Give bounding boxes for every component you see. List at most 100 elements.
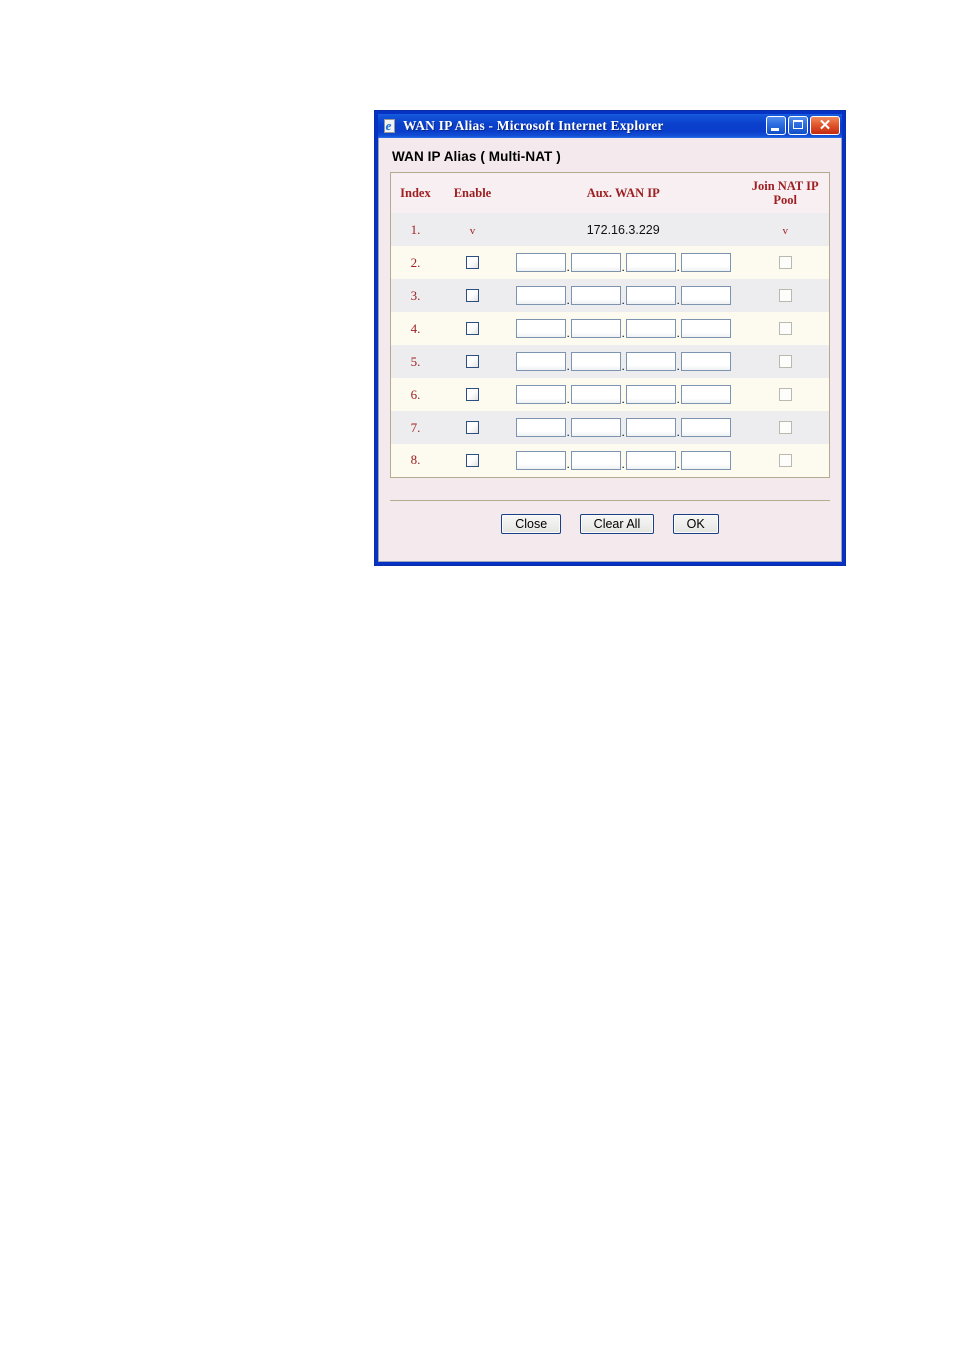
octet-separator: .: [676, 457, 680, 472]
ip-octet-input-1[interactable]: [515, 253, 566, 272]
octet-separator: .: [566, 259, 570, 274]
enable-checkbox[interactable]: [465, 354, 479, 368]
join-nat-ip-pool-checkbox: [778, 288, 792, 302]
row-index: 8.: [410, 452, 421, 468]
aux-wan-ip-cell: ...: [505, 378, 741, 411]
table-row: 6....: [390, 378, 830, 411]
join-nat-ip-pool-cell: v: [741, 213, 829, 246]
octet-separator: .: [566, 457, 570, 472]
join-nat-ip-pool-cell: [741, 444, 829, 477]
table-row: 2....: [390, 246, 830, 279]
ip-octet-input-3[interactable]: [625, 319, 676, 338]
ip-octet-input-4[interactable]: [680, 253, 731, 272]
aux-wan-ip-value: 172.16.3.229: [586, 222, 660, 237]
ip-octet-input-2[interactable]: [570, 286, 621, 305]
table-body: 1. v 172.16.3.229 v 2.... 3.... 4.... 5.... 6...…: [390, 213, 830, 477]
row-index: 2.: [410, 254, 421, 270]
octet-separator: .: [566, 391, 570, 406]
octet-separator: .: [676, 325, 680, 340]
aux-wan-ip-cell: ...: [505, 312, 741, 345]
maximize-button[interactable]: [788, 116, 808, 135]
enable-checkbox[interactable]: [465, 420, 479, 434]
ip-octet-input-4[interactable]: [680, 319, 731, 338]
octet-separator: .: [566, 358, 570, 373]
enable-checkbox[interactable]: [465, 387, 479, 401]
ip-octet-input-2[interactable]: [570, 319, 621, 338]
wan-ip-alias-table: Index Enable Aux. WAN IP Join NAT IP Poo…: [390, 172, 830, 478]
ip-octet-input-3[interactable]: [625, 286, 676, 305]
ip-octet-input-4[interactable]: [680, 352, 731, 371]
aux-wan-ip-cell: ...: [505, 345, 741, 378]
join-nat-ip-pool-cell: [741, 345, 829, 378]
row-index: 1.: [410, 221, 421, 237]
minimize-button[interactable]: [766, 116, 786, 135]
ip-octet-input-2[interactable]: [570, 253, 621, 272]
enable-checkbox[interactable]: [465, 321, 479, 335]
enable-cell: v: [440, 213, 505, 246]
close-button-footer[interactable]: Close: [501, 513, 562, 534]
aux-wan-ip-cell: ...: [505, 246, 741, 279]
ip-octet-input-3[interactable]: [625, 418, 676, 437]
octet-separator: .: [621, 424, 625, 439]
ip-octet-input-1[interactable]: [515, 319, 566, 338]
octet-separator: .: [566, 292, 570, 307]
ip-octet-input-2[interactable]: [570, 385, 621, 404]
join-nat-ip-pool-cell: [741, 378, 829, 411]
clear-all-button[interactable]: Clear All: [579, 513, 655, 534]
enable-check-mark: v: [469, 224, 476, 237]
octet-separator: .: [621, 325, 625, 340]
ip-octet-input-1[interactable]: [515, 385, 566, 404]
octet-separator: .: [676, 391, 680, 406]
column-header-aux-wan-ip: Aux. WAN IP: [586, 186, 660, 200]
internet-explorer-icon: e: [382, 118, 398, 134]
ip-octet-input-1[interactable]: [515, 286, 566, 305]
ip-octet-input-4[interactable]: [680, 450, 731, 470]
table-row: 5....: [390, 345, 830, 378]
octet-separator: .: [621, 457, 625, 472]
octet-separator: .: [621, 358, 625, 373]
ip-octet-input-3[interactable]: [625, 385, 676, 404]
row-index: 3.: [410, 287, 421, 303]
column-header-index: Index: [400, 186, 431, 200]
close-button[interactable]: ✕: [810, 116, 840, 135]
aux-wan-ip-cell: ...: [505, 279, 741, 312]
ok-button[interactable]: OK: [672, 513, 719, 534]
table-row: 3....: [390, 279, 830, 312]
join-nat-ip-pool-cell: [741, 411, 829, 444]
dialog-footer: Close Clear All OK: [390, 499, 830, 534]
table-row: 8....: [390, 444, 830, 477]
octet-separator: .: [566, 424, 570, 439]
octet-separator: .: [566, 325, 570, 340]
ip-octet-input-3[interactable]: [625, 253, 676, 272]
enable-cell: [440, 345, 505, 378]
table-row: 4....: [390, 312, 830, 345]
ip-octet-input-3[interactable]: [625, 352, 676, 371]
octet-separator: .: [676, 424, 680, 439]
enable-checkbox[interactable]: [465, 453, 479, 467]
enable-cell: [440, 378, 505, 411]
enable-checkbox[interactable]: [465, 288, 479, 302]
aux-wan-ip-cell: ...: [505, 411, 741, 444]
enable-checkbox[interactable]: [465, 255, 479, 269]
ip-octet-input-4[interactable]: [680, 385, 731, 404]
ip-octet-input-1[interactable]: [515, 450, 566, 470]
ip-octet-input-1[interactable]: [515, 418, 566, 437]
join-nat-ip-pool-checkbox: [778, 420, 792, 434]
octet-separator: .: [676, 259, 680, 274]
window-title: WAN IP Alias - Microsoft Internet Explor…: [403, 118, 664, 133]
octet-separator: .: [676, 292, 680, 307]
ip-octet-input-3[interactable]: [625, 450, 676, 470]
title-bar[interactable]: e WAN IP Alias - Microsoft Internet Expl…: [378, 114, 842, 138]
ip-octet-input-2[interactable]: [570, 418, 621, 437]
ip-octet-input-2[interactable]: [570, 450, 621, 470]
ip-octet-input-4[interactable]: [680, 286, 731, 305]
page-title: WAN IP Alias ( Multi-NAT ): [392, 149, 561, 164]
join-nat-ip-pool-checkbox: [778, 321, 792, 335]
window-controls: ✕: [766, 116, 840, 135]
ip-octet-input-2[interactable]: [570, 352, 621, 371]
aux-wan-ip-cell: ...: [505, 444, 741, 477]
ip-octet-input-4[interactable]: [680, 418, 731, 437]
join-nat-ip-pool-checkbox: [778, 255, 792, 269]
ip-octet-input-1[interactable]: [515, 352, 566, 371]
join-nat-ip-pool-checkbox: [778, 387, 792, 401]
